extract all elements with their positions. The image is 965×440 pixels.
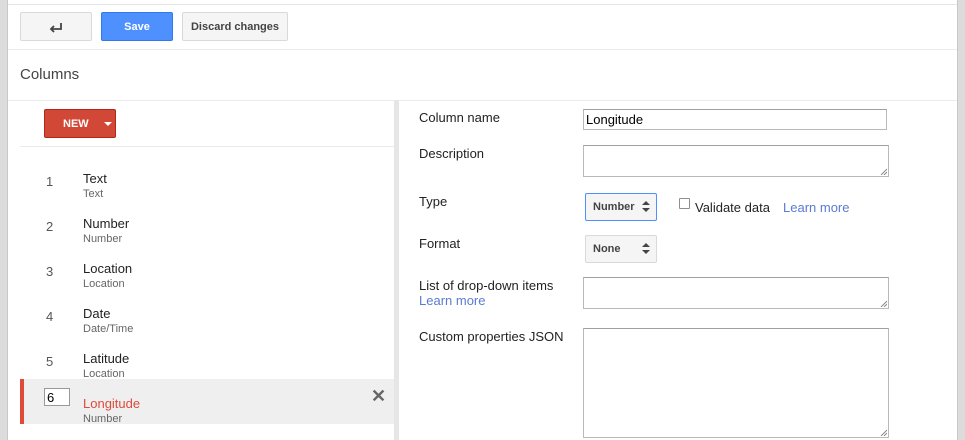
selected-indicator xyxy=(20,379,24,424)
window-frame-right xyxy=(957,0,965,440)
validate-data-checkbox[interactable] xyxy=(679,198,690,209)
new-column-button[interactable]: NEW xyxy=(44,109,116,138)
page-title: Columns xyxy=(20,66,80,83)
format-select-value: None xyxy=(593,243,621,255)
column-name: Location xyxy=(83,261,133,276)
dropdown-items-field[interactable] xyxy=(583,277,889,309)
validate-data-label[interactable]: Validate data xyxy=(695,200,770,215)
column-list-item[interactable]: 1 Text Text xyxy=(20,154,394,200)
column-list-item[interactable]: 2 Number Number xyxy=(20,199,394,245)
column-list-item-selected[interactable]: Longitude Number ✕ xyxy=(20,379,394,425)
column-index-input[interactable] xyxy=(44,388,70,406)
column-list-item[interactable]: 3 Location Location xyxy=(20,244,394,290)
save-button[interactable]: Save xyxy=(101,12,173,41)
resize-grip-icon[interactable] xyxy=(880,168,887,175)
column-list-item[interactable]: 5 Latitude Location xyxy=(20,334,394,380)
column-name: Longitude xyxy=(83,396,141,411)
dropdown-caret-icon xyxy=(103,121,112,126)
column-index: 1 xyxy=(46,174,54,189)
description-field[interactable] xyxy=(583,145,889,177)
column-index: 2 xyxy=(46,219,54,234)
type-learn-more-link[interactable]: Learn more xyxy=(783,200,849,215)
select-arrows-icon xyxy=(642,201,650,214)
top-divider xyxy=(8,4,957,5)
back-arrow-icon xyxy=(49,22,62,33)
column-index: 3 xyxy=(46,264,54,279)
dropdown-items-learn-more-link[interactable]: Learn more xyxy=(419,293,485,308)
column-name: Date xyxy=(83,306,111,321)
discard-changes-button[interactable]: Discard changes xyxy=(182,12,288,41)
column-name: Number xyxy=(83,216,130,231)
title-divider xyxy=(8,100,957,101)
back-button[interactable] xyxy=(20,12,92,41)
column-name: Text xyxy=(83,171,107,186)
type-select[interactable]: Number xyxy=(585,193,657,221)
list-divider xyxy=(20,146,394,147)
new-button-label: NEW xyxy=(63,117,89,130)
dropdown-items-label: List of drop-down items xyxy=(419,278,554,293)
format-label: Format xyxy=(419,236,461,251)
column-index: 5 xyxy=(46,354,54,369)
description-label: Description xyxy=(419,146,485,161)
resize-grip-icon[interactable] xyxy=(880,429,887,436)
column-name-field[interactable] xyxy=(583,109,887,130)
toolbar-divider xyxy=(8,49,957,50)
close-icon[interactable]: ✕ xyxy=(371,386,386,406)
column-name-label: Column name xyxy=(419,110,500,125)
type-select-value: Number xyxy=(593,201,635,213)
custom-properties-label: Custom properties JSON xyxy=(419,329,564,344)
select-arrows-icon xyxy=(642,243,650,256)
type-label: Type xyxy=(419,194,448,209)
resize-grip-icon[interactable] xyxy=(880,300,887,307)
column-list-item[interactable]: 4 Date Date/Time xyxy=(20,289,394,335)
window-frame-left xyxy=(0,0,8,440)
custom-properties-field[interactable] xyxy=(583,328,889,438)
column-type: Number xyxy=(83,413,123,425)
column-name: Latitude xyxy=(83,351,130,366)
pane-splitter[interactable] xyxy=(394,100,399,440)
column-index: 4 xyxy=(46,309,54,324)
format-select[interactable]: None xyxy=(585,235,657,263)
